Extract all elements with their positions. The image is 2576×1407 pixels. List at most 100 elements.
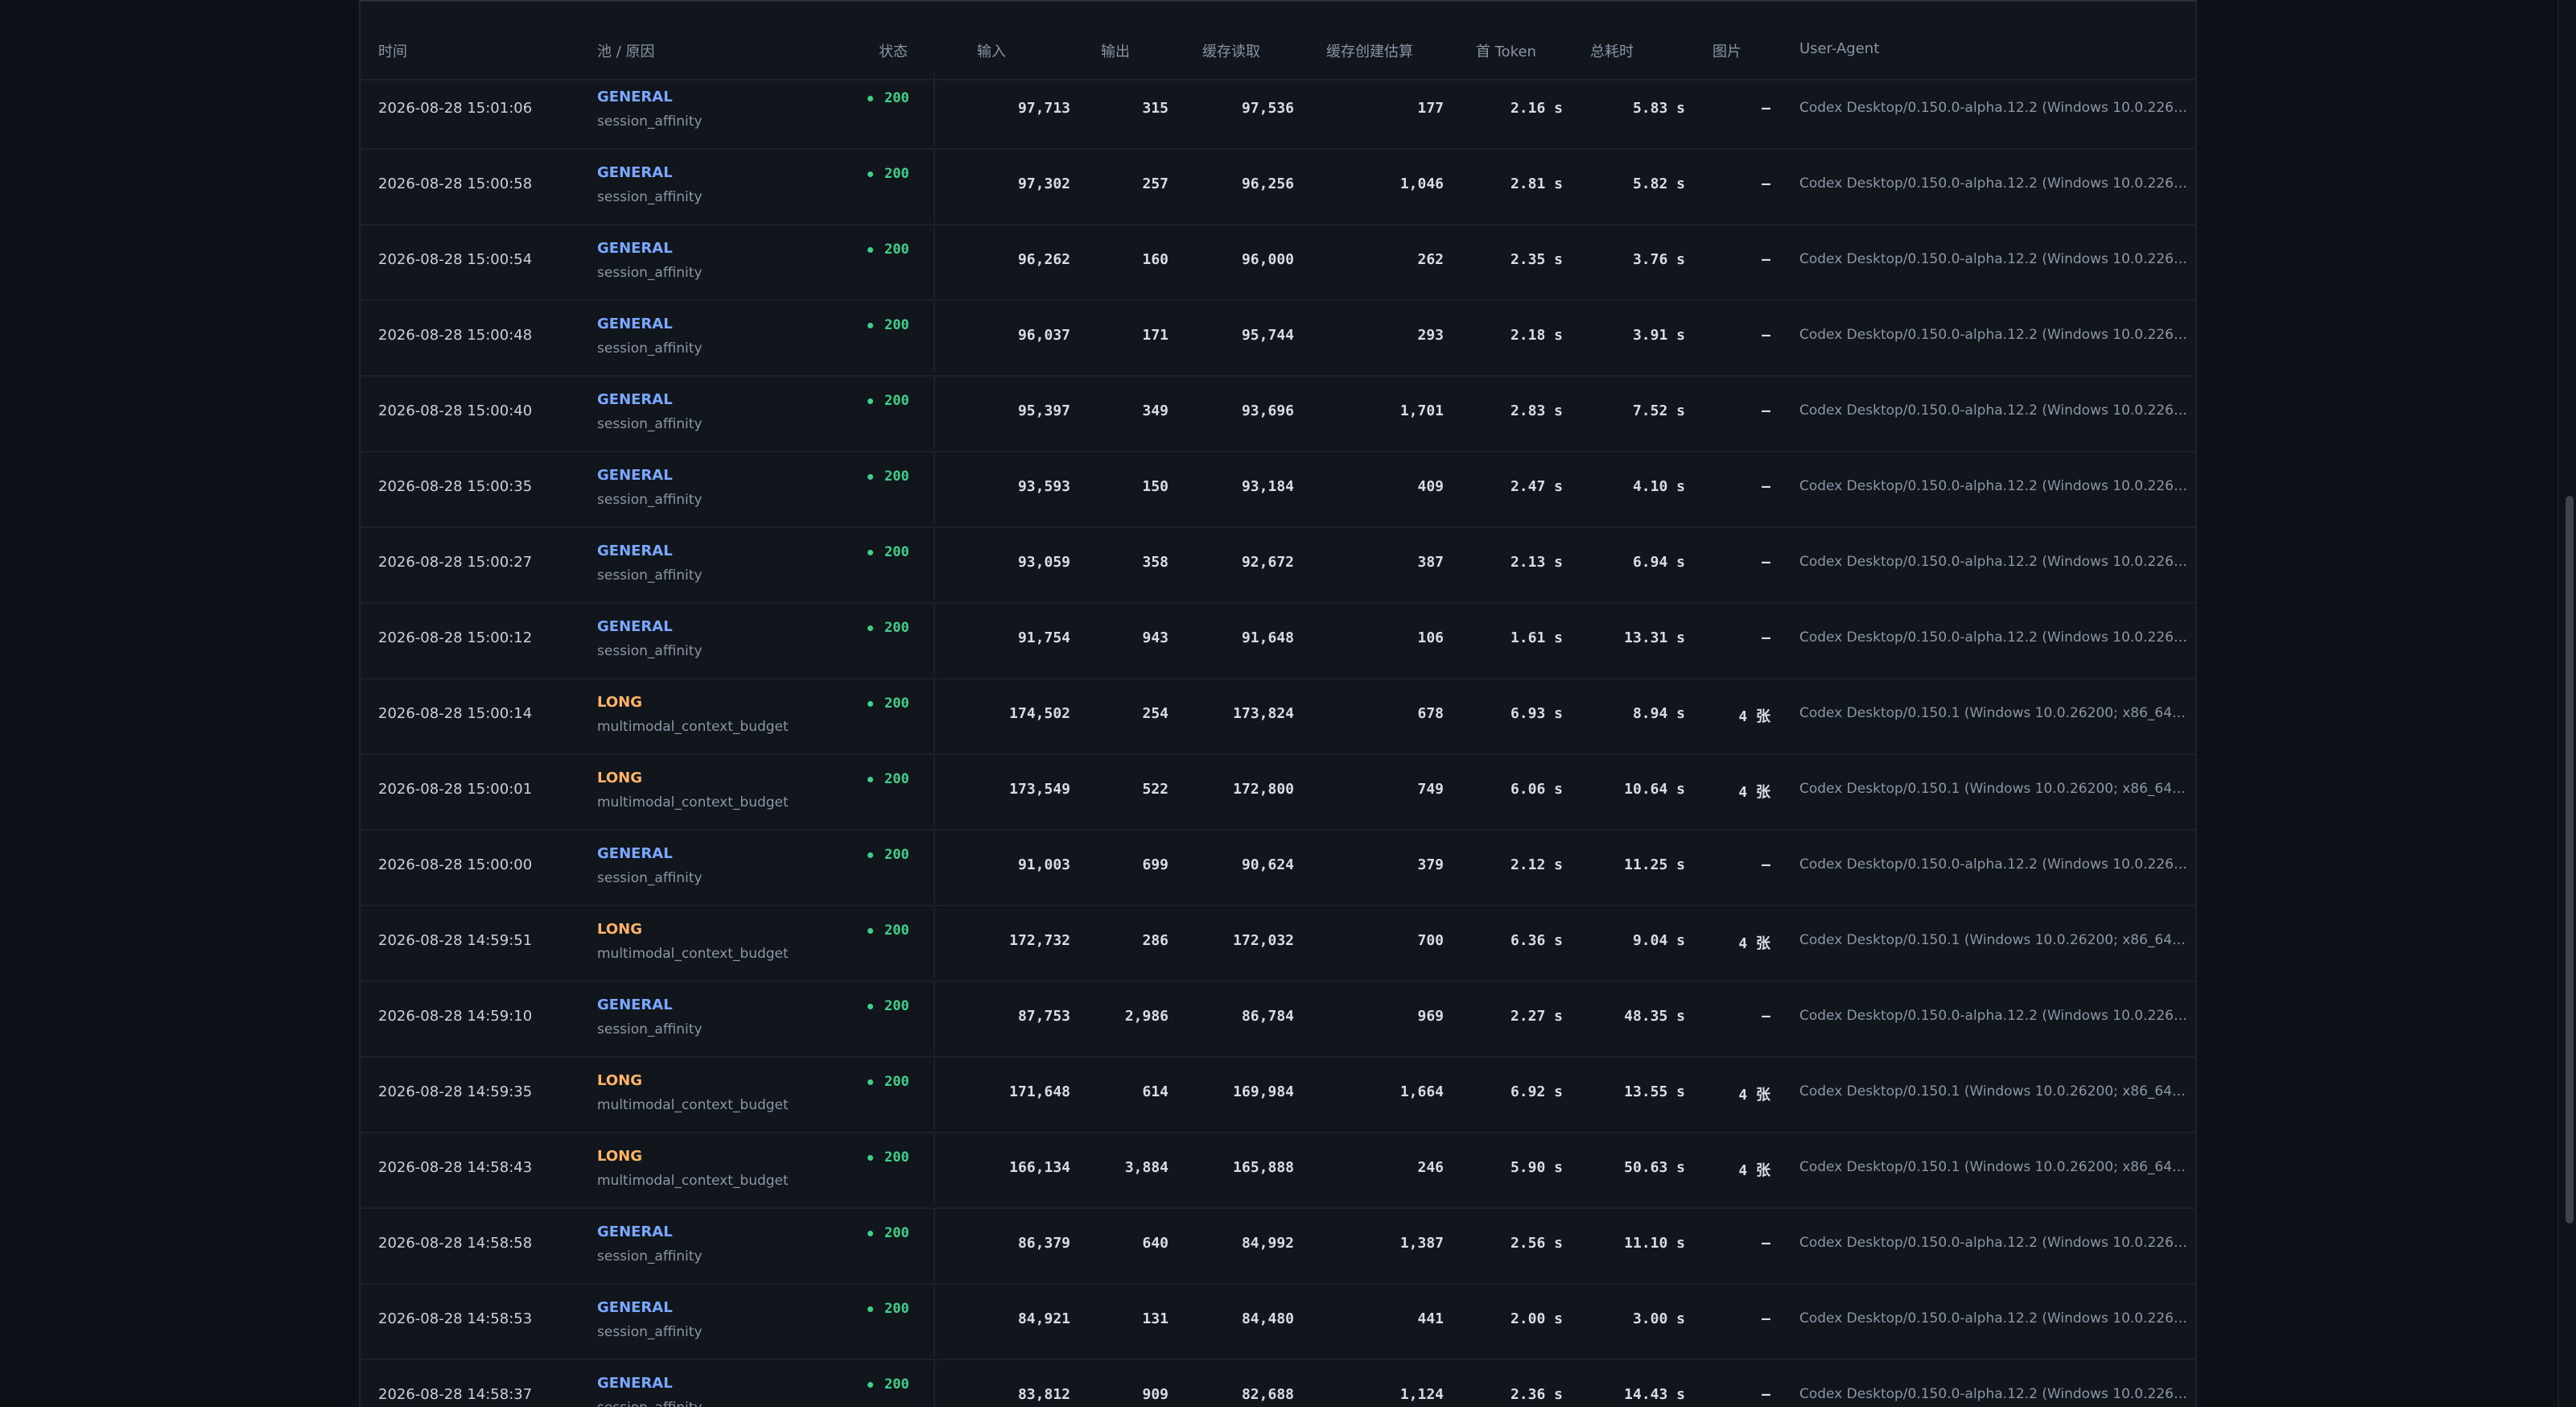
cell-total-time: 48.35 s: [1624, 1008, 1685, 1025]
table-row[interactable]: 2026-08-28 15:00:54 GENERAL session_affini…: [361, 224, 2195, 301]
header-total-time[interactable]: 总耗时: [1590, 40, 1634, 61]
pool-label: GENERAL: [597, 1223, 673, 1240]
status-code: 200: [884, 1149, 909, 1166]
cell-user-agent: Codex Desktop/0.150.0-alpha.12.2 (Window…: [1799, 1310, 2189, 1327]
cell-output-tokens: 257: [1142, 175, 1168, 192]
header-time[interactable]: 时间: [378, 40, 407, 61]
status-code: 200: [884, 317, 909, 333]
cell-output-tokens: 3,884: [1124, 1159, 1168, 1176]
route-reason: multimodal_context_budget: [597, 719, 789, 735]
cell-input-tokens: 84,921: [1017, 1310, 1070, 1327]
route-reason: session_affinity: [597, 113, 703, 130]
scrollbar-thumb[interactable]: [2566, 496, 2574, 1223]
status-cell: 200: [853, 148, 935, 222]
route-reason: session_affinity: [597, 1324, 703, 1340]
table-row[interactable]: 2026-08-28 15:00:58 GENERAL session_affini…: [361, 148, 2195, 225]
table-row[interactable]: 2026-08-28 15:00:48 GENERAL session_affini…: [361, 299, 2195, 377]
cell-images: 4 张: [1738, 784, 1770, 801]
cell-total-time: 3.00 s: [1632, 1310, 1685, 1327]
cell-time: 2026-08-28 15:00:01: [378, 781, 533, 798]
cell-cache-create: 1,387: [1399, 1235, 1444, 1252]
cell-input-tokens: 171,648: [1009, 1083, 1070, 1100]
status-dot-icon: [868, 625, 873, 631]
cell-total-time: 4.10 s: [1632, 478, 1685, 495]
cell-input-tokens: 174,502: [1009, 705, 1070, 722]
cell-cache-create: 177: [1417, 100, 1444, 117]
cell-images: —: [1762, 1235, 1770, 1252]
table-row[interactable]: 2026-08-28 15:00:35 GENERAL session_affini…: [361, 451, 2195, 528]
vertical-scrollbar[interactable]: [2557, 0, 2576, 1407]
header-input[interactable]: 输入: [977, 40, 1006, 61]
table-row[interactable]: 2026-08-28 14:59:35 LONG multimodal_contex…: [361, 1056, 2195, 1133]
route-reason: session_affinity: [597, 870, 703, 886]
table-row[interactable]: 2026-08-28 14:59:51 LONG multimodal_contex…: [361, 905, 2195, 982]
cell-output-tokens: 909: [1142, 1386, 1168, 1403]
header-images[interactable]: 图片: [1713, 40, 1741, 61]
cell-first-token: 2.12 s: [1510, 856, 1563, 873]
status-code: 200: [884, 544, 909, 560]
cell-cache-create: 969: [1417, 1008, 1444, 1025]
status-cell: 200: [853, 753, 935, 827]
cell-total-time: 9.04 s: [1632, 932, 1685, 949]
table-row[interactable]: 2026-08-28 14:59:10 GENERAL session_affini…: [361, 980, 2195, 1058]
table-row[interactable]: 2026-08-28 15:00:40 GENERAL session_affini…: [361, 375, 2195, 452]
cell-user-agent: Codex Desktop/0.150.1 (Windows 10.0.2620…: [1799, 1159, 2189, 1175]
cell-output-tokens: 150: [1142, 478, 1168, 495]
status-dot-icon: [868, 322, 873, 328]
header-first-token[interactable]: 首 Token: [1476, 40, 1536, 61]
cell-cache-read: 93,184: [1241, 478, 1294, 495]
table-row[interactable]: 2026-08-28 15:00:27 GENERAL session_affini…: [361, 526, 2195, 604]
header-cache-create[interactable]: 缓存创建估算: [1326, 40, 1413, 61]
cell-cache-create: 1,124: [1399, 1386, 1444, 1403]
cell-user-agent: Codex Desktop/0.150.0-alpha.12.2 (Window…: [1799, 629, 2189, 646]
cell-cache-create: 441: [1417, 1310, 1444, 1327]
route-reason: multimodal_context_budget: [597, 794, 789, 811]
route-reason: session_affinity: [597, 567, 703, 584]
route-reason: session_affinity: [597, 492, 703, 508]
status-dot-icon: [868, 246, 873, 253]
cell-cache-create: 700: [1417, 932, 1444, 949]
cell-user-agent: Codex Desktop/0.150.0-alpha.12.2 (Window…: [1799, 175, 2189, 192]
table-row[interactable]: 2026-08-28 14:58:43 LONG multimodal_contex…: [361, 1132, 2195, 1209]
cell-first-token: 2.18 s: [1510, 327, 1563, 344]
header-pool-reason[interactable]: 池 / 原因: [597, 40, 655, 61]
cell-total-time: 11.25 s: [1624, 856, 1685, 873]
table-row[interactable]: 2026-08-28 15:00:14 LONG multimodal_contex…: [361, 678, 2195, 755]
cell-images: —: [1762, 251, 1770, 268]
table-row[interactable]: 2026-08-28 14:58:37 GENERAL session_affini…: [361, 1359, 2195, 1407]
table-row[interactable]: 2026-08-28 14:58:53 GENERAL session_affini…: [361, 1283, 2195, 1360]
cell-input-tokens: 97,713: [1017, 100, 1070, 117]
cell-images: —: [1762, 629, 1770, 646]
status-dot-icon: [868, 1003, 873, 1009]
cell-first-token: 2.36 s: [1510, 1386, 1563, 1403]
cell-first-token: 6.93 s: [1510, 705, 1563, 722]
route-reason: session_affinity: [597, 1248, 703, 1265]
route-reason: session_affinity: [597, 265, 703, 281]
cell-images: —: [1762, 1008, 1770, 1025]
cell-cache-create: 106: [1417, 629, 1444, 646]
cell-images: —: [1762, 856, 1770, 873]
header-output[interactable]: 输出: [1101, 40, 1130, 61]
status-code: 200: [884, 695, 909, 712]
header-cache-read[interactable]: 缓存读取: [1202, 40, 1260, 61]
cell-cache-read: 169,984: [1233, 1083, 1294, 1100]
status-dot-icon: [868, 852, 873, 858]
cell-cache-read: 90,624: [1241, 856, 1294, 873]
status-cell: 200: [853, 602, 935, 676]
table-row[interactable]: 2026-08-28 15:01:06 GENERAL session_affini…: [361, 72, 2195, 150]
status-cell: 200: [853, 72, 935, 146]
header-status[interactable]: 状态: [879, 40, 908, 61]
table-row[interactable]: 2026-08-28 14:58:58 GENERAL session_affini…: [361, 1207, 2195, 1285]
cell-input-tokens: 91,003: [1017, 856, 1070, 873]
table-row[interactable]: 2026-08-28 15:00:00 GENERAL session_affini…: [361, 829, 2195, 906]
cell-user-agent: Codex Desktop/0.150.0-alpha.12.2 (Window…: [1799, 1008, 2189, 1024]
cell-cache-read: 86,784: [1241, 1008, 1294, 1025]
status-cell: 200: [853, 299, 935, 373]
pool-label: GENERAL: [597, 391, 673, 408]
table-row[interactable]: 2026-08-28 15:00:01 LONG multimodal_contex…: [361, 753, 2195, 831]
pool-label: GENERAL: [597, 1375, 673, 1392]
cell-cache-read: 97,536: [1241, 100, 1294, 117]
cell-user-agent: Codex Desktop/0.150.1 (Windows 10.0.2620…: [1799, 1083, 2189, 1100]
table-row[interactable]: 2026-08-28 15:00:12 GENERAL session_affini…: [361, 602, 2195, 679]
header-user-agent[interactable]: User-Agent: [1799, 40, 1879, 57]
